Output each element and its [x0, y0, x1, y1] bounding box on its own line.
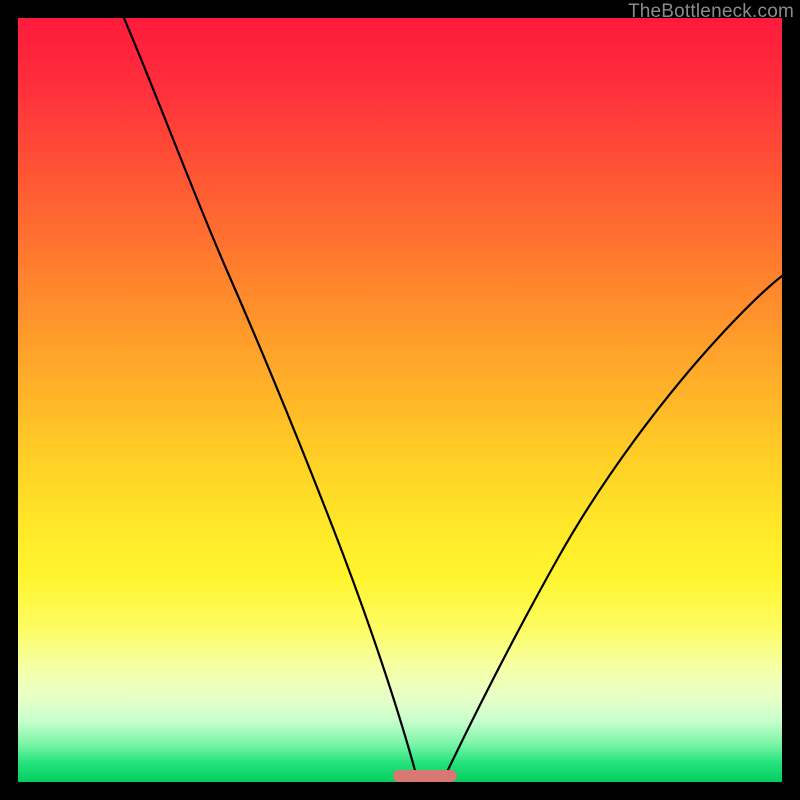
optimal-point-marker [393, 770, 457, 782]
plot-area [18, 18, 782, 782]
chart-frame: TheBottleneck.com [0, 0, 800, 800]
bottleneck-curve [18, 18, 782, 782]
watermark-text: TheBottleneck.com [628, 1, 794, 23]
